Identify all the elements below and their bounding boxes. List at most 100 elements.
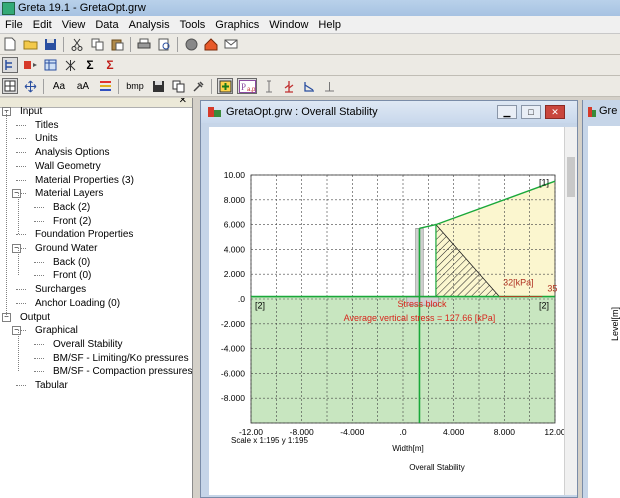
scrollbar-thumb[interactable] [567, 157, 575, 197]
tree-item[interactable]: Tabular [35, 379, 68, 392]
grid-button[interactable] [2, 78, 18, 94]
pan-button[interactable] [22, 78, 38, 94]
tree-item[interactable]: Overall Stability [53, 338, 122, 351]
sigma-icon: Σ [86, 58, 94, 72]
tree-item[interactable]: Wall Geometry [35, 160, 101, 173]
tree-item[interactable]: Material Layers [35, 187, 103, 200]
layers-icon [23, 61, 37, 69]
pressure-button[interactable]: Pa,p [237, 78, 257, 94]
slope-button[interactable] [301, 78, 317, 94]
copy-icon [91, 38, 103, 50]
font-large-button[interactable]: aA [73, 78, 93, 94]
tree-connector [16, 124, 26, 126]
tree-connector [34, 357, 44, 359]
save-graphic-button[interactable] [150, 78, 166, 94]
print-preview-button[interactable] [156, 36, 172, 52]
tree-item[interactable]: Surcharges [35, 283, 86, 296]
tree-connector [16, 165, 26, 167]
new-file-button[interactable] [2, 36, 18, 52]
grid-icon [4, 80, 16, 92]
font-small-button[interactable]: Aa [49, 78, 69, 94]
copy-button[interactable] [89, 36, 105, 52]
tree-item[interactable]: Titles [35, 119, 59, 132]
table-button[interactable] [42, 57, 58, 73]
tree-item[interactable]: Units [35, 132, 58, 145]
font-small-label: Aa [52, 80, 66, 92]
doc-minimize-button[interactable]: ▁ [497, 105, 517, 119]
y-tick-label: 4.000 [224, 244, 246, 254]
sum-button[interactable]: Σ [82, 57, 98, 73]
base-button[interactable] [321, 78, 337, 94]
tree-item[interactable]: Foundation Properties [35, 228, 133, 241]
home-icon [204, 37, 218, 50]
tree-item[interactable]: Front (0) [53, 269, 91, 282]
cut-button[interactable] [69, 36, 85, 52]
compaction-button[interactable] [62, 57, 78, 73]
menu-window[interactable]: Window [264, 19, 313, 31]
menu-view[interactable]: View [57, 19, 91, 31]
scissors-icon [71, 38, 83, 51]
sum-red-button[interactable]: Σ [102, 57, 118, 73]
material-label-left: [2] [255, 301, 265, 311]
wall-force-button[interactable] [281, 78, 297, 94]
wall-force-icon [284, 80, 293, 93]
tree-item[interactable]: Anchor Loading (0) [35, 297, 120, 310]
tree-view-button[interactable] [2, 57, 18, 73]
anchor-button[interactable] [261, 78, 277, 94]
paste-button[interactable] [109, 36, 125, 52]
layers-button[interactable] [22, 57, 38, 73]
tree-connector [34, 220, 44, 222]
email-button[interactable] [223, 36, 239, 52]
overall-stability-button[interactable] [217, 78, 233, 94]
tree-collapse-toggle[interactable]: − [12, 189, 21, 199]
tree-item[interactable]: Front (2) [53, 215, 91, 228]
help-button[interactable] [183, 36, 199, 52]
tree-item[interactable]: Graphical [35, 324, 78, 337]
doc-window2-content: Level[m] [588, 126, 620, 498]
tree-item[interactable]: Back (0) [53, 256, 90, 269]
menu-edit[interactable]: Edit [28, 19, 57, 31]
scale-label: Scale x 1:195 y 1:195 [231, 436, 308, 445]
tree-item[interactable]: Material Properties (3) [35, 174, 134, 187]
app-titlebar: Greta 19.1 - GretaOpt.grw [0, 0, 620, 16]
x-axis-label: Width[m] [392, 444, 424, 453]
doc-maximize-button[interactable]: □ [521, 105, 541, 119]
tree-item[interactable]: Back (2) [53, 201, 90, 214]
tree-item[interactable]: Output [20, 311, 50, 324]
tree-item[interactable]: Ground Water [35, 242, 97, 255]
second-document-window[interactable]: Gre Level[m] [582, 100, 620, 498]
menu-help[interactable]: Help [313, 19, 346, 31]
copy-graphic-button[interactable] [170, 78, 186, 94]
tree-connector [16, 152, 26, 154]
toolbar-separator [118, 78, 119, 94]
tree-view-icon [5, 60, 12, 70]
svg-text:P: P [241, 82, 246, 92]
tree-collapse-toggle[interactable]: − [12, 326, 21, 336]
menu-graphics[interactable]: Graphics [210, 19, 264, 31]
print-button[interactable] [136, 36, 152, 52]
tools-button[interactable] [190, 78, 206, 94]
tree-collapse-toggle[interactable]: − [12, 244, 21, 253]
stability-plot-area: 10.00 8.000 6.000 4.000 2.000 .0 -2.000 -4.000 -… [209, 127, 566, 495]
menu-data[interactable]: Data [90, 19, 123, 31]
tree-item[interactable]: BM/SF - Limiting/Ko pressures [53, 352, 189, 365]
folder-icon [23, 40, 37, 50]
tree-item[interactable]: Analysis Options [35, 146, 109, 159]
y-tick-label: -6.000 [221, 368, 245, 378]
save-button[interactable] [42, 36, 58, 52]
tree-panel-close-icon[interactable]: ✕ [179, 98, 187, 106]
move-arrows-icon [24, 80, 36, 92]
tree-item[interactable]: Input [20, 105, 42, 118]
line-style-button[interactable] [97, 78, 113, 94]
menu-file[interactable]: File [0, 19, 28, 31]
y-tick-label: .0 [238, 294, 245, 304]
export-bmp-button[interactable]: bmp [124, 78, 146, 94]
doc-vertical-scrollbar[interactable] [564, 127, 577, 495]
menu-tools[interactable]: Tools [175, 19, 211, 31]
tree-item[interactable]: BM/SF - Compaction pressures [53, 365, 192, 378]
toolbar-graphics: Aa aA bmp Pa,p [0, 76, 620, 97]
doc-close-button[interactable]: ✕ [545, 105, 565, 119]
open-file-button[interactable] [22, 36, 38, 52]
home-button[interactable] [203, 36, 219, 52]
menu-analysis[interactable]: Analysis [124, 19, 175, 31]
